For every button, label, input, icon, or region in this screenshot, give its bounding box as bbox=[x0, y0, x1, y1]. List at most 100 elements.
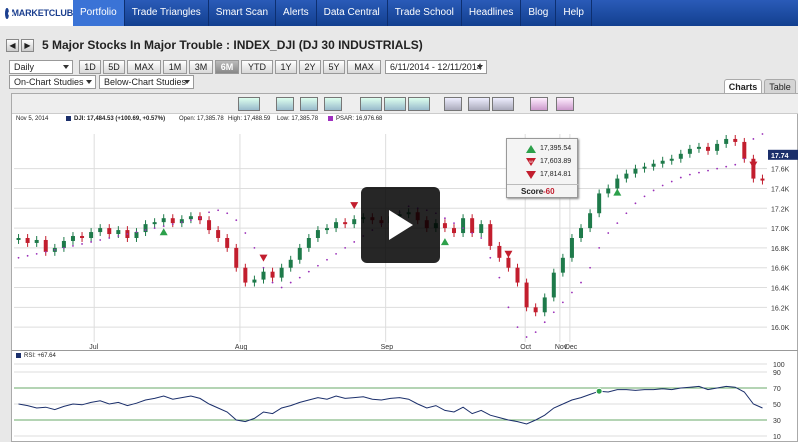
candle-chart-icon[interactable] bbox=[408, 97, 430, 111]
chevron-down-icon bbox=[477, 65, 483, 69]
tab-charts[interactable]: Charts bbox=[724, 79, 762, 93]
rsi-swatch bbox=[16, 352, 21, 358]
psar-dot bbox=[62, 247, 65, 249]
popup-value-2: 17,603.89 bbox=[540, 158, 572, 165]
bar-chart-icon[interactable] bbox=[384, 97, 406, 111]
psar-dot bbox=[725, 165, 728, 168]
range-button-5y[interactable]: 5Y bbox=[323, 60, 345, 74]
weekly-triangle-icon[interactable] bbox=[300, 97, 318, 111]
popup-score: Score -60 bbox=[507, 184, 579, 198]
candle-body bbox=[107, 228, 112, 235]
info-date: Nov 5, 2014 bbox=[16, 116, 49, 122]
candle-body bbox=[678, 153, 683, 159]
marketclub-logo[interactable]: MARKETCLUB bbox=[0, 0, 73, 26]
tab-table[interactable]: Table bbox=[764, 79, 796, 93]
nav-item-trade-triangles[interactable]: Trade Triangles bbox=[125, 0, 209, 26]
candle-body bbox=[225, 238, 230, 248]
on-chart-studies-select[interactable]: On-Chart Studies bbox=[9, 75, 96, 89]
range-button-1d[interactable]: 1D bbox=[79, 60, 101, 74]
psar-dot bbox=[108, 237, 111, 239]
psar-dot bbox=[90, 241, 93, 243]
psar-dot bbox=[35, 252, 38, 255]
psar-dot bbox=[162, 225, 165, 228]
psar-dot bbox=[698, 171, 700, 174]
info-high: High: 17,488.59 bbox=[228, 116, 271, 122]
trendline-icon[interactable] bbox=[468, 97, 490, 111]
range-button-max-2[interactable]: MAX bbox=[347, 60, 381, 74]
green-up-triangle-icon bbox=[526, 145, 536, 153]
nav-item-headlines[interactable]: Headlines bbox=[462, 0, 522, 26]
daily-triangle-icon[interactable] bbox=[324, 97, 342, 111]
nav-item-help[interactable]: Help bbox=[556, 0, 592, 26]
top-nav: MARKETCLUB Portfolio Trade Triangles Smart… bbox=[0, 0, 798, 26]
video-play-button[interactable] bbox=[361, 187, 440, 263]
monthly-triangle-icon[interactable] bbox=[276, 97, 294, 111]
candle-body bbox=[152, 222, 157, 225]
candle-body bbox=[470, 218, 475, 234]
popup-value-1: 17,395.54 bbox=[540, 145, 572, 152]
candle-body bbox=[461, 218, 466, 234]
red-down-triangle-icon bbox=[526, 171, 536, 179]
psar-dot bbox=[625, 212, 628, 215]
rsi-chart[interactable]: 10090 70 50 30 10 bbox=[12, 360, 798, 440]
nav-item-data-central[interactable]: Data Central bbox=[317, 0, 388, 26]
range-button-5d[interactable]: 5D bbox=[103, 60, 125, 74]
interval-select[interactable]: Daily bbox=[9, 60, 73, 74]
psar-dot bbox=[516, 326, 519, 329]
psar-dot bbox=[253, 247, 256, 249]
nav-item-portfolio[interactable]: Portfolio bbox=[73, 0, 125, 26]
nav-item-smart-scan[interactable]: Smart Scan bbox=[209, 0, 277, 26]
trade-triangle-icon bbox=[613, 188, 622, 196]
psar-dot bbox=[543, 321, 546, 324]
red-weekly-triangle-icon: W bbox=[526, 158, 536, 166]
range-button-6m[interactable]: 6M bbox=[215, 60, 239, 74]
candle-body bbox=[615, 178, 620, 189]
trade-triangle-icon bbox=[159, 228, 168, 236]
candle-body bbox=[188, 216, 193, 220]
nav-item-blog[interactable]: Blog bbox=[521, 0, 557, 26]
psar-dot bbox=[235, 219, 238, 222]
range-button-3m[interactable]: 3M bbox=[189, 60, 213, 74]
psar-dot bbox=[661, 184, 664, 187]
price-tick-label: 17.2K bbox=[771, 206, 790, 213]
chevron-down-icon bbox=[86, 80, 92, 84]
candle-body bbox=[660, 160, 665, 164]
date-range-select[interactable]: 6/11/2014 - 12/11/2014 bbox=[385, 60, 487, 74]
candle-body bbox=[243, 267, 248, 283]
next-arrow-button[interactable]: ▶ bbox=[21, 38, 34, 52]
range-button-1y[interactable]: 1Y bbox=[275, 60, 297, 74]
fibonacci-icon[interactable] bbox=[492, 97, 514, 111]
popup-row-3: 17,814.81 bbox=[507, 168, 579, 181]
prev-arrow-button[interactable]: ◀ bbox=[6, 38, 19, 52]
candle-body bbox=[70, 236, 75, 241]
candle-body bbox=[89, 232, 94, 238]
pointer-icon[interactable] bbox=[444, 97, 462, 111]
candle-body bbox=[270, 271, 275, 278]
candle-body bbox=[216, 230, 221, 238]
nav-item-alerts[interactable]: Alerts bbox=[276, 0, 317, 26]
price-tick-label: 17.4K bbox=[771, 186, 790, 193]
zoom-in-icon[interactable] bbox=[530, 97, 548, 111]
rsi-tick-label: 10 bbox=[773, 434, 781, 440]
psar-dot bbox=[752, 138, 755, 140]
range-button-max[interactable]: MAX bbox=[127, 60, 161, 74]
rsi-tick-label: 50 bbox=[773, 402, 781, 409]
range-button-1m[interactable]: 1M bbox=[163, 60, 187, 74]
psar-dot bbox=[17, 256, 20, 259]
zoom-out-icon[interactable] bbox=[556, 97, 574, 111]
trade-triangle-icon bbox=[504, 250, 513, 258]
price-tick-label: 17.0K bbox=[771, 226, 790, 233]
below-chart-studies-select[interactable]: Below-Chart Studies bbox=[99, 75, 194, 89]
info-low: Low: 17,385.78 bbox=[277, 116, 319, 122]
line-chart-icon[interactable] bbox=[360, 97, 382, 111]
psar-dot bbox=[571, 291, 573, 294]
psar-dot bbox=[444, 217, 446, 220]
chat-bubble-icon[interactable] bbox=[238, 97, 260, 111]
range-button-2y[interactable]: 2Y bbox=[299, 60, 321, 74]
range-button-ytd[interactable]: YTD bbox=[241, 60, 273, 74]
psar-dot bbox=[561, 301, 564, 304]
price-tick-label: 16.6K bbox=[771, 266, 790, 273]
nav-item-trade-school[interactable]: Trade School bbox=[388, 0, 462, 26]
psar-dot bbox=[471, 232, 474, 234]
on-chart-studies-label: On-Chart Studies bbox=[14, 77, 84, 87]
